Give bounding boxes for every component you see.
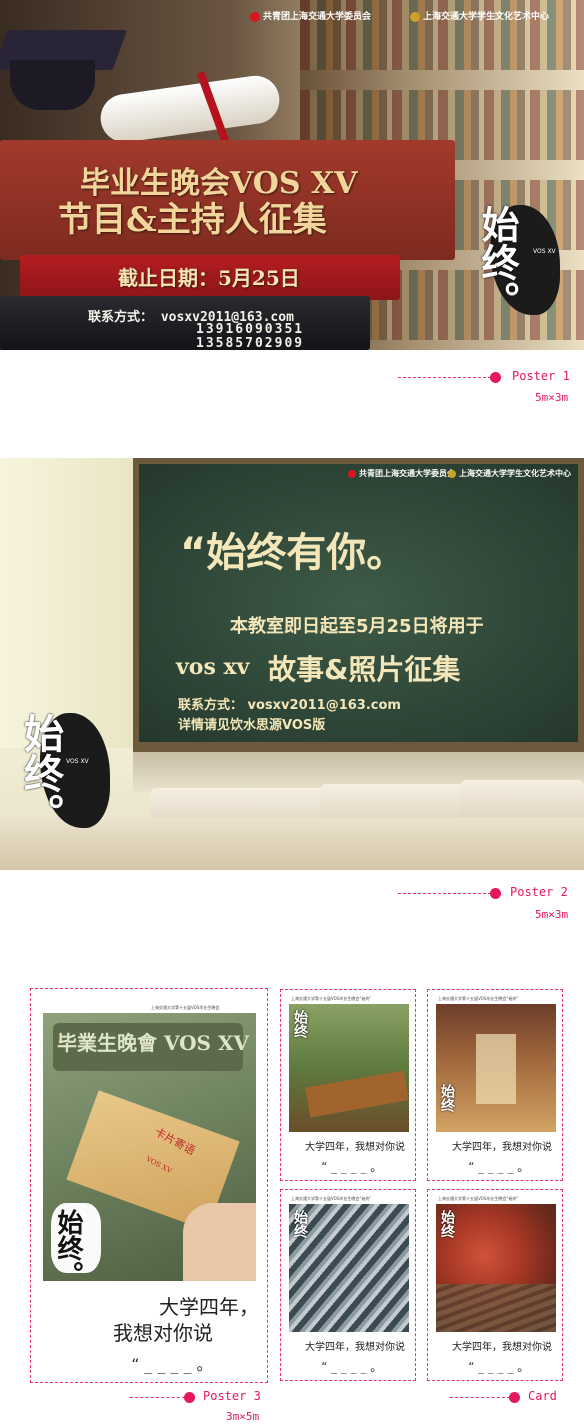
poster2-organizer-left: 共青团上海交通大学委员会 (348, 468, 455, 479)
poster-2-image: 共青团上海交通大学委员会 上海交通大学学生文化艺术中心 “始终有你。 本教室即日… (0, 458, 584, 870)
diploma-scroll (97, 72, 283, 146)
poster1-title-line2: 节目&主持人征集 (58, 200, 327, 240)
poster2-collect: 故事&照片征集 (268, 653, 461, 686)
poster3-label-dot (184, 1392, 195, 1403)
poster2-headline: “始终有你。 (180, 530, 407, 576)
poster1-phone2: 13585702909 (196, 336, 305, 350)
poster-1-image: 共青团上海交通大学委员会 上海交通大学学生文化艺术中心 毕业生晚会VOS XV … (0, 0, 584, 350)
card-1-brand-logo: 始终 (292, 1010, 308, 1038)
poster1-phone1: 13916090351 (196, 322, 305, 337)
poster1-label-dot (490, 372, 501, 383)
card-2-quote: “ _ _ _ _ 。 (468, 1160, 530, 1174)
card-label: Card (528, 1389, 557, 1403)
poster2-size: 5m×3m (535, 908, 569, 921)
poster1-deadline: 截止日期：5月25日 (118, 266, 300, 290)
poster3-quote: “ _ _ _ _ 。 (131, 1355, 213, 1374)
poster2-brand-logo: 始终。 (17, 713, 64, 833)
hand (183, 1203, 256, 1281)
mailbox-text: 毕業生晚會 VOS XV (57, 1031, 249, 1055)
card-1-photo: 始终 (289, 1004, 409, 1132)
card-4-quote: “ _ _ _ _ 。 (468, 1360, 530, 1374)
poster2-label-dot (490, 888, 501, 899)
card-3-header: 上海交通大学第十五届VOS毕业生晚会“始终” (291, 1196, 372, 1201)
card-4-hand: 大学四年，我想对你说 (452, 1342, 552, 1353)
poster2-vos: vos xv (176, 654, 250, 680)
poster3-brand-logo: 始终。 (53, 1209, 83, 1281)
card-4: 上海交通大学第十五届VOS毕业生晚会“始终” 始终 大学四年，我想对你说 “ _… (427, 1189, 563, 1381)
card-1-header: 上海交通大学第十五届VOS毕业生晚会“始终” (291, 996, 372, 1001)
poster2-label: Poster 2 (510, 885, 568, 899)
card-label-dot (509, 1392, 520, 1403)
card-4-brand-logo: 始终 (439, 1210, 455, 1238)
card-2-header: 上海交通大学第十五届VOS毕业生晚会“始终” (438, 996, 519, 1001)
card-1: 上海交通大学第十五届VOS毕业生晚会“始终” 始终 大学四年，我想对你说 “ _… (280, 989, 416, 1181)
poster2-label-line (398, 893, 491, 894)
poster3-size: 3m×5m (226, 1410, 260, 1423)
poster1-label-line (398, 377, 491, 378)
poster2-brand-small: VOS XV (66, 758, 89, 765)
poster-3-frame: 上海交通大学第十五届VOS毕业生晚会 毕業生晚會 VOS XV 卡片寄语 VOS… (30, 988, 268, 1383)
poster1-label: Poster 1 (512, 369, 570, 383)
card-3: 上海交通大学第十五届VOS毕业生晚会“始终” 始终 大学四年，我想对你说 “ _… (280, 1189, 416, 1381)
card-2-brand-logo: 始终 (439, 1084, 455, 1112)
organizer-right: 上海交通大学学生文化艺术中心 (410, 9, 549, 22)
poster2-detail: 详情请见饮水思源VOS版 (178, 718, 326, 733)
poster3-label: Poster 3 (203, 1389, 261, 1403)
poster3-label-line (130, 1397, 185, 1398)
card-1-quote: “ _ _ _ _ 。 (321, 1160, 383, 1174)
card-4-photo: 始终 (436, 1204, 556, 1332)
poster3-header: 上海交通大学第十五届VOS毕业生晚会 (151, 1005, 220, 1010)
poster2-contact: 联系方式： vosxv2011@163.com (178, 698, 401, 713)
organizer-left: 共青团上海交通大学委员会 (250, 9, 371, 22)
card-3-photo: 始终 (289, 1204, 409, 1332)
poster2-organizer-right: 上海交通大学学生文化艺术中心 (448, 468, 571, 479)
card-2-hand: 大学四年，我想对你说 (452, 1142, 552, 1153)
poster1-size: 5m×3m (535, 391, 569, 404)
poster3-photo: 毕業生晚會 VOS XV 卡片寄语 VOS XV 始终。 (43, 1013, 256, 1281)
poster3-hand-line1: 大学四年， (159, 1295, 259, 1319)
card-3-quote: “ _ _ _ _ 。 (321, 1360, 383, 1374)
card-2: 上海交通大学第十五届VOS毕业生晚会“始终” 始终 大学四年，我想对你说 “ _… (427, 989, 563, 1181)
poster2-notice: 本教室即日起至5月25日将用于 (230, 616, 484, 637)
poster1-brand-logo: 始终。 (475, 205, 520, 319)
poster1-brand-small: VOS XV (533, 248, 556, 255)
card-2-photo: 始终 (436, 1004, 556, 1132)
card-1-hand: 大学四年，我想对你说 (305, 1142, 405, 1153)
card-4-header: 上海交通大学第十五届VOS毕业生晚会“始终” (438, 1196, 519, 1201)
card-label-line (450, 1397, 510, 1398)
card-3-hand: 大学四年，我想对你说 (305, 1342, 405, 1353)
card-3-brand-logo: 始终 (292, 1210, 308, 1238)
poster3-hand-line2: 我想对你说 (113, 1321, 213, 1345)
